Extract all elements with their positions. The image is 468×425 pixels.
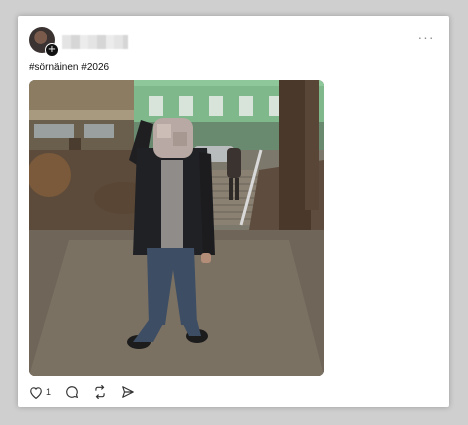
comment-button[interactable] [65,385,79,399]
share-button[interactable] [121,385,135,399]
repost-button[interactable] [93,385,107,399]
post-photo[interactable] [29,80,324,376]
comment-icon [66,386,79,399]
like-count: 1 [46,387,52,397]
author-username-redacted[interactable] [62,35,128,49]
post-caption: #sörnäinen #2026 [29,62,110,73]
heart-icon [30,386,42,399]
send-icon [122,386,134,398]
post-actions: 1 [29,384,149,400]
post-card: + ··· #sörnäinen #2026 1 [18,16,449,407]
repost-icon [95,385,105,399]
more-options-button[interactable]: ··· [417,30,435,44]
follow-plus-icon[interactable]: + [45,43,59,57]
like-button[interactable]: 1 [29,386,51,399]
